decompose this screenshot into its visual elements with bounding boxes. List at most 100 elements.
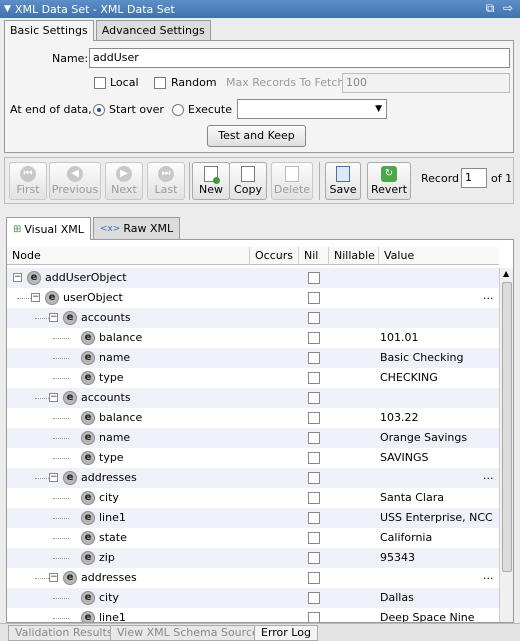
new-button[interactable]: New bbox=[192, 162, 230, 200]
previous-button[interactable]: ◀ Previous bbox=[49, 162, 101, 200]
tab-basic-settings[interactable]: Basic Settings bbox=[4, 20, 94, 41]
random-label: Random bbox=[171, 76, 217, 89]
nil-checkbox[interactable] bbox=[308, 572, 320, 584]
collapse-toggle-icon[interactable]: − bbox=[49, 393, 58, 402]
name-field[interactable]: addUser bbox=[89, 48, 510, 68]
table-row[interactable]: e line1 USS Enterprise, NCC bbox=[7, 508, 499, 528]
collapse-toggle-icon[interactable]: − bbox=[49, 313, 58, 322]
local-checkbox[interactable] bbox=[94, 77, 106, 89]
revert-button[interactable]: ↻ Revert bbox=[367, 162, 411, 200]
table-row[interactable]: e city Dallas bbox=[7, 588, 499, 608]
tab-raw-xml[interactable]: <x> Raw XML bbox=[92, 217, 181, 239]
test-and-keep-button[interactable]: Test and Keep bbox=[207, 125, 306, 147]
nil-checkbox[interactable] bbox=[308, 392, 320, 404]
node-value[interactable]: Santa Clara bbox=[380, 491, 444, 504]
column-header-nil[interactable]: Nil bbox=[299, 247, 329, 265]
node-value[interactable]: Orange Savings bbox=[380, 431, 467, 444]
table-row[interactable]: e name Orange Savings bbox=[7, 428, 499, 448]
more-ellipsis-button[interactable]: ... bbox=[483, 569, 494, 582]
copy-button[interactable]: Copy bbox=[229, 162, 267, 200]
random-checkbox[interactable] bbox=[154, 77, 166, 89]
node-value[interactable]: Basic Checking bbox=[380, 351, 463, 364]
save-button[interactable]: Save bbox=[325, 162, 361, 200]
execute-radio[interactable] bbox=[172, 104, 184, 116]
detach-arrow-icon[interactable]: ⇨ bbox=[500, 1, 516, 17]
collapse-toggle-icon[interactable]: − bbox=[49, 473, 58, 482]
vertical-scrollbar[interactable]: ▲ bbox=[499, 268, 513, 622]
node-value[interactable]: California bbox=[380, 531, 432, 544]
element-icon: e bbox=[81, 431, 95, 445]
tab-visual-xml[interactable]: ⊞ Visual XML bbox=[6, 217, 91, 240]
scroll-up-icon[interactable]: ▲ bbox=[503, 269, 509, 278]
table-row[interactable]: e type SAVINGS bbox=[7, 448, 499, 468]
start-over-radio[interactable] bbox=[93, 104, 105, 116]
tab-validation-results[interactable]: Validation Results bbox=[8, 625, 120, 641]
tab-error-log[interactable]: Error Log bbox=[254, 625, 318, 641]
column-header-nillable[interactable]: Nillable bbox=[329, 247, 379, 265]
nil-checkbox[interactable] bbox=[308, 612, 320, 622]
node-value[interactable]: Deep Space Nine bbox=[380, 611, 475, 622]
table-row[interactable]: e line1 Deep Space Nine bbox=[7, 608, 499, 623]
scrollbar-thumb[interactable] bbox=[502, 282, 512, 572]
nil-checkbox[interactable] bbox=[308, 412, 320, 424]
table-row[interactable]: − e accounts bbox=[7, 308, 499, 328]
tab-view-xml-schema-source[interactable]: View XML Schema Source bbox=[110, 625, 266, 641]
nil-checkbox[interactable] bbox=[308, 592, 320, 604]
next-button[interactable]: ▶ Next bbox=[105, 162, 143, 200]
table-row[interactable]: e balance 103.22 bbox=[7, 408, 499, 428]
nil-checkbox[interactable] bbox=[308, 352, 320, 364]
table-row[interactable]: e name Basic Checking bbox=[7, 348, 499, 368]
nil-checkbox[interactable] bbox=[308, 552, 320, 564]
nil-checkbox[interactable] bbox=[308, 292, 320, 304]
nil-checkbox[interactable] bbox=[308, 432, 320, 444]
last-button[interactable]: ⏭ Last bbox=[147, 162, 185, 200]
collapse-toggle-icon[interactable]: − bbox=[49, 573, 58, 582]
nil-checkbox[interactable] bbox=[308, 532, 320, 544]
table-row[interactable]: − e accounts bbox=[7, 388, 499, 408]
node-value[interactable]: SAVINGS bbox=[380, 451, 429, 464]
table-row[interactable]: e balance 101.01 bbox=[7, 328, 499, 348]
nil-checkbox[interactable] bbox=[308, 492, 320, 504]
max-records-field[interactable]: 100 bbox=[342, 73, 510, 93]
restore-window-icon[interactable]: ⧉ bbox=[482, 1, 498, 17]
table-row[interactable]: − e addUserObject bbox=[7, 268, 499, 288]
node-name: addresses bbox=[81, 571, 137, 584]
collapse-triangle-icon[interactable]: ▼ bbox=[4, 4, 11, 14]
table-row[interactable]: − e addresses... bbox=[7, 468, 499, 488]
element-icon: e bbox=[81, 491, 95, 505]
table-row[interactable]: e zip 95343 bbox=[7, 548, 499, 568]
tab-advanced-settings[interactable]: Advanced Settings bbox=[95, 20, 211, 40]
more-ellipsis-button[interactable]: ... bbox=[483, 289, 494, 302]
node-value[interactable]: Dallas bbox=[380, 591, 414, 604]
column-header-node[interactable]: Node bbox=[7, 247, 250, 265]
nil-checkbox[interactable] bbox=[308, 472, 320, 484]
delete-button[interactable]: Delete bbox=[271, 162, 313, 200]
node-name: line1 bbox=[99, 611, 126, 623]
execute-dropdown[interactable]: ▼ bbox=[237, 99, 387, 119]
table-row[interactable]: − e addresses... bbox=[7, 568, 499, 588]
collapse-toggle-icon[interactable]: − bbox=[13, 273, 22, 282]
table-row[interactable]: e type CHECKING bbox=[7, 368, 499, 388]
nil-checkbox[interactable] bbox=[308, 452, 320, 464]
nil-checkbox[interactable] bbox=[308, 372, 320, 384]
first-button[interactable]: ⏮ First bbox=[9, 162, 47, 200]
table-row[interactable]: e city Santa Clara bbox=[7, 488, 499, 508]
previous-label: Previous bbox=[51, 183, 99, 196]
node-value[interactable]: USS Enterprise, NCC bbox=[380, 511, 493, 524]
nil-checkbox[interactable] bbox=[308, 332, 320, 344]
table-row[interactable]: − e userObject... bbox=[7, 288, 499, 308]
record-number-field[interactable]: 1 bbox=[461, 168, 487, 188]
column-header-occurs[interactable]: Occurs bbox=[250, 247, 299, 265]
node-value[interactable]: 95343 bbox=[380, 551, 415, 564]
nil-checkbox[interactable] bbox=[308, 272, 320, 284]
node-value[interactable]: CHECKING bbox=[380, 371, 438, 384]
node-value[interactable]: 103.22 bbox=[380, 411, 419, 424]
nil-checkbox[interactable] bbox=[308, 512, 320, 524]
node-name: accounts bbox=[81, 391, 131, 404]
more-ellipsis-button[interactable]: ... bbox=[483, 469, 494, 482]
nil-checkbox[interactable] bbox=[308, 312, 320, 324]
collapse-toggle-icon[interactable]: − bbox=[31, 293, 40, 302]
table-row[interactable]: e state California bbox=[7, 528, 499, 548]
column-header-value[interactable]: Value bbox=[379, 247, 499, 265]
node-value[interactable]: 101.01 bbox=[380, 331, 419, 344]
